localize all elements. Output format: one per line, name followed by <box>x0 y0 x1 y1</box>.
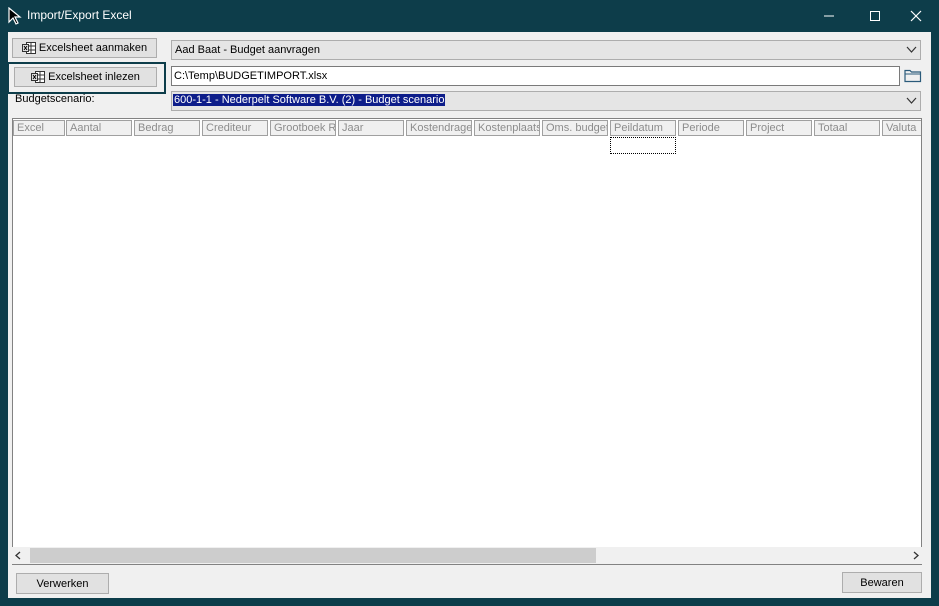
column-header[interactable]: Peildatum <box>610 120 676 136</box>
excel-sheet-icon <box>21 42 36 54</box>
chevron-down-icon <box>906 46 917 53</box>
save-button[interactable]: Bewaren <box>842 572 922 593</box>
column-header[interactable]: Totaal <box>814 120 880 136</box>
grid-focus-cell[interactable] <box>610 137 676 154</box>
maximize-icon <box>870 11 880 21</box>
column-header[interactable]: Kostendrage <box>406 120 472 136</box>
file-path-value: C:\Temp\BUDGETIMPORT.xlsx <box>174 70 328 82</box>
title-bar: Import/Export Excel <box>0 0 939 32</box>
create-excel-sheet-button[interactable]: Excelsheet aanmaken <box>12 38 157 58</box>
minimize-button[interactable] <box>806 0 852 32</box>
save-button-label: Bewaren <box>860 576 904 589</box>
column-header[interactable]: Kostenplaats <box>474 120 540 136</box>
budget-scenario-value: 600-1-1 - Nederpelt Software B.V. (2) - … <box>173 94 446 106</box>
window-title: Import/Export Excel <box>27 8 132 22</box>
process-button[interactable]: Verwerken <box>16 573 109 594</box>
process-button-label: Verwerken <box>36 577 89 590</box>
column-header[interactable]: Periode <box>678 120 744 136</box>
column-header[interactable]: Oms. budget <box>542 120 608 136</box>
create-excel-sheet-label: Excelsheet aanmaken <box>38 42 148 54</box>
minimize-icon <box>824 15 834 17</box>
budget-request-value: Aad Baat - Budget aanvragen <box>175 44 320 56</box>
dialog-body: Excelsheet aanmaken Excelsheet inlezen A… <box>7 32 931 598</box>
close-icon <box>910 10 922 22</box>
scroll-right-icon[interactable] <box>912 551 920 560</box>
column-header[interactable]: Jaar <box>338 120 404 136</box>
budget-scenario-select[interactable]: 600-1-1 - Nederpelt Software B.V. (2) - … <box>171 91 921 111</box>
column-header[interactable]: Bedrag <box>134 120 200 136</box>
chevron-down-icon <box>906 97 917 104</box>
budget-scenario-label: Budgetscenario: <box>15 93 95 105</box>
read-excel-sheet-button[interactable]: Excelsheet inlezen <box>14 67 157 87</box>
read-excel-sheet-label: Excelsheet inlezen <box>48 71 140 83</box>
excel-sheet-icon <box>31 71 46 83</box>
scroll-left-icon[interactable] <box>14 551 22 560</box>
close-button[interactable] <box>893 0 939 32</box>
file-path-input[interactable]: C:\Temp\BUDGETIMPORT.xlsx <box>171 66 900 86</box>
maximize-button[interactable] <box>852 0 898 32</box>
budget-request-select[interactable]: Aad Baat - Budget aanvragen <box>171 40 921 60</box>
folder-icon[interactable] <box>904 68 922 83</box>
horizontal-scrollbar[interactable] <box>12 547 922 564</box>
column-header[interactable]: Excel <box>13 120 65 136</box>
column-header[interactable]: Grootboek Re <box>270 120 336 136</box>
grid-header: Excel Aantal Bedrag Crediteur Grootboek … <box>13 120 921 136</box>
cursor-arrow-icon <box>8 7 22 25</box>
import-grid[interactable]: Excel Aantal Bedrag Crediteur Grootboek … <box>12 118 922 565</box>
column-header[interactable]: Project <box>746 120 812 136</box>
column-header[interactable]: Valuta <box>882 120 921 136</box>
column-header[interactable]: Crediteur <box>202 120 268 136</box>
column-header[interactable]: Aantal <box>66 120 132 136</box>
scrollbar-thumb[interactable] <box>30 548 596 563</box>
